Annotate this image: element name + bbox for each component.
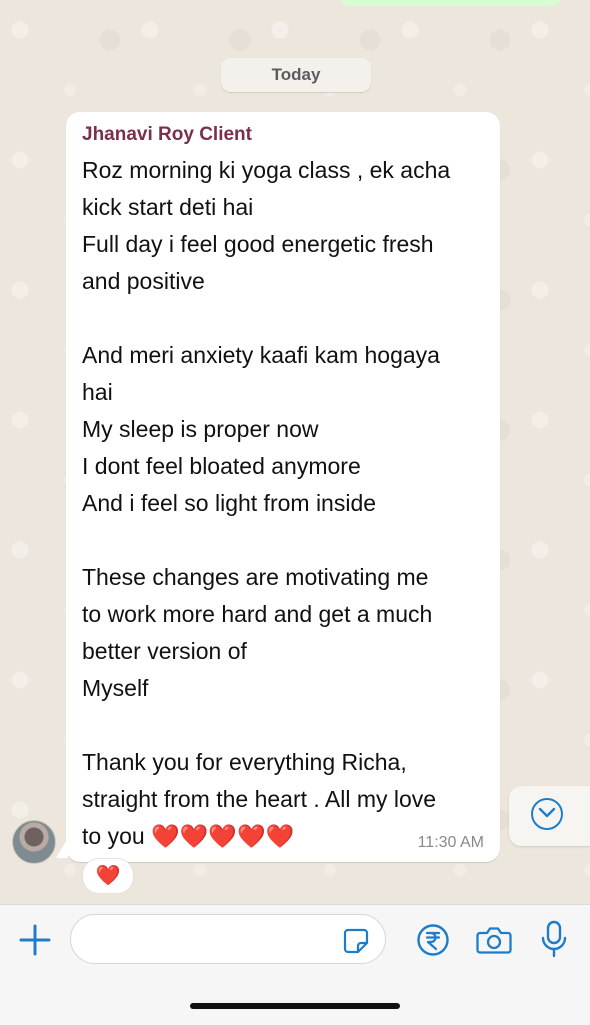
message-input[interactable] [70,914,386,964]
incoming-message-bubble[interactable]: Jhanavi Roy Client Roz morning ki yoga c… [66,112,500,862]
sticker-icon[interactable] [342,927,370,955]
message-text: Roz morning ki yoga class , ek acha kick… [82,152,492,855]
date-separator: Today [221,58,371,92]
avatar[interactable] [12,820,56,864]
message-reaction[interactable]: ❤️ [82,858,134,894]
sender-name[interactable]: Jhanavi Roy Client [82,124,252,146]
heart-emojis: ❤️❤️❤️❤️❤️ [151,823,295,849]
rupee-icon[interactable] [416,923,450,957]
home-indicator [190,1003,400,1009]
previous-sent-message[interactable] [340,0,562,6]
message-body: Roz morning ki yoga class , ek acha kick… [82,157,451,849]
scroll-to-bottom-button[interactable] [509,786,590,846]
bubble-tail [56,838,68,858]
plus-icon[interactable] [18,923,52,957]
microphone-icon[interactable] [540,919,568,959]
chat-area: Today Jhanavi Roy Client Roz morning ki … [0,0,590,904]
camera-icon[interactable] [476,925,512,955]
message-timestamp: 11:30 AM [417,834,484,851]
message-input-bar [0,904,590,1025]
chevron-down-icon [538,807,556,818]
